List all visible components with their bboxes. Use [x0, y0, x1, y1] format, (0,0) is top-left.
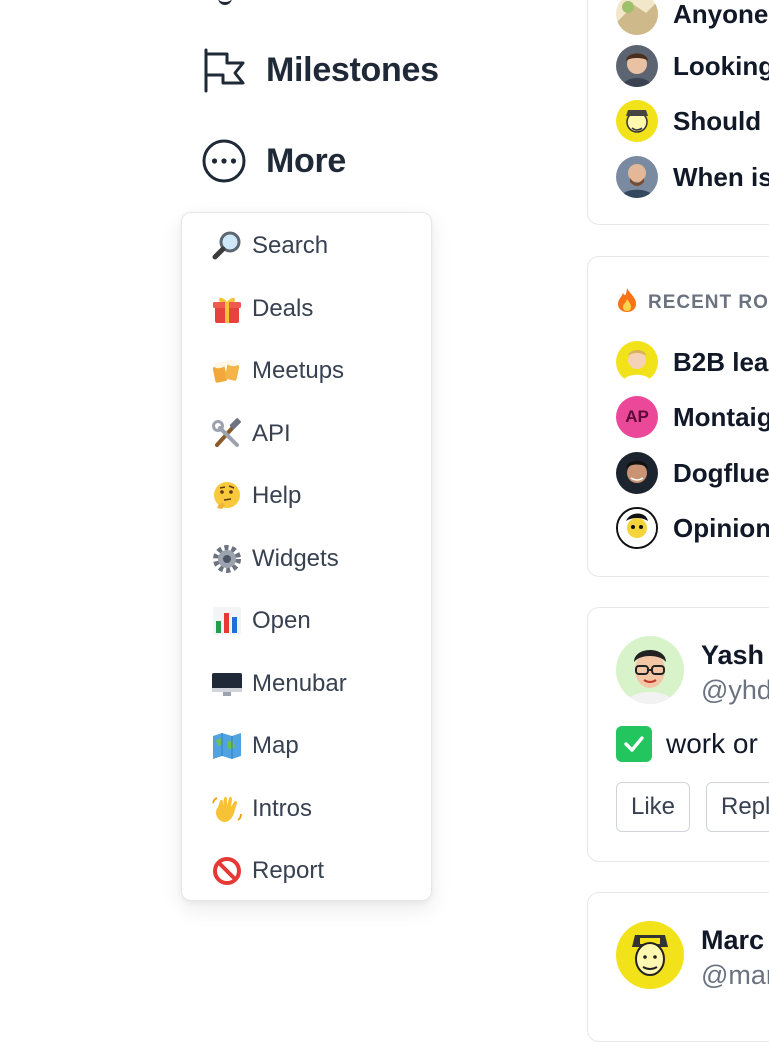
menu-label-menubar: Menubar — [252, 670, 347, 697]
menu-label-api: API — [252, 420, 291, 447]
like-button[interactable]: Like — [616, 782, 691, 832]
questions-card: Anyone Looking Should When is — [587, 0, 769, 225]
recent-title: Dogflue — [673, 457, 769, 488]
avatar — [616, 452, 658, 494]
recent-section-header: RECENT RO — [616, 287, 769, 318]
check-box-icon — [616, 726, 652, 762]
nav-item-milestones[interactable]: Milestones — [200, 46, 439, 94]
thinking-face-icon — [210, 479, 244, 513]
recent-row[interactable]: Dogflue — [616, 452, 769, 494]
post-card: Marc @mar — [587, 892, 769, 1042]
ellipsis-circle-icon — [200, 137, 248, 185]
recent-section-title: RECENT RO — [648, 291, 769, 313]
menu-item-open[interactable]: Open — [210, 601, 311, 641]
gear-icon — [210, 542, 244, 576]
question-row[interactable]: Should — [616, 100, 761, 142]
menu-label-report: Report — [252, 857, 325, 884]
avatar — [616, 100, 658, 142]
post-author-name[interactable]: Yash — [701, 640, 764, 671]
recent-row[interactable]: Opinion — [616, 507, 769, 549]
menu-label-intros: Intros — [252, 795, 313, 822]
menu-label-help: Help — [252, 482, 302, 509]
nav-label-milestones: Milestones — [266, 50, 439, 89]
question-title: Should — [673, 105, 762, 136]
question-row[interactable]: When is — [616, 156, 769, 198]
question-title: Looking — [673, 50, 769, 81]
avatar — [616, 45, 658, 87]
world-map-icon — [210, 729, 244, 763]
post-author-handle[interactable]: @mar — [701, 960, 769, 991]
nav-label-more: More — [266, 141, 347, 180]
desktop-icon — [210, 667, 244, 701]
question-row[interactable]: Anyone — [616, 0, 768, 35]
post-author-handle[interactable]: @yhd — [701, 675, 769, 706]
menu-item-menubar[interactable]: Menubar — [210, 664, 347, 704]
hammer-wrench-icon — [210, 417, 244, 451]
menu-label-meetups: Meetups — [252, 357, 345, 384]
question-row[interactable]: Looking — [616, 45, 769, 87]
recent-row[interactable]: AP Montaig — [616, 396, 769, 438]
menu-item-map[interactable]: Map — [210, 726, 299, 766]
menu-item-widgets[interactable]: Widgets — [210, 539, 339, 579]
waving-hand-icon — [210, 792, 244, 826]
reply-button[interactable]: Reply — [706, 782, 769, 832]
recent-title: Montaig — [673, 401, 769, 432]
menu-item-api[interactable]: API — [210, 414, 291, 454]
avatar — [616, 341, 658, 383]
recent-title: B2B lea — [673, 346, 769, 377]
no-entry-icon — [210, 854, 244, 888]
nav-item-above-partial — [218, 0, 232, 5]
menu-item-deals[interactable]: Deals — [210, 289, 313, 329]
avatar[interactable] — [616, 636, 684, 704]
avatar — [616, 507, 658, 549]
bar-chart-icon — [210, 604, 244, 638]
recent-row[interactable]: B2B lea — [616, 341, 768, 383]
avatar: AP — [616, 396, 658, 438]
menu-item-help[interactable]: Help — [210, 476, 301, 516]
avatar — [616, 0, 658, 35]
avatar[interactable] — [616, 921, 684, 989]
post-card: Yash @yhd work or Like Reply — [587, 607, 769, 862]
magnifier-icon — [210, 229, 244, 263]
more-dropdown-menu: Search Deals Meetups API Help Widgets Op… — [181, 212, 432, 901]
post-task: work or — [616, 726, 758, 762]
menu-label-map: Map — [252, 732, 299, 759]
menu-label-deals: Deals — [252, 295, 314, 322]
recent-title: Opinion — [673, 512, 769, 543]
fire-icon — [616, 287, 638, 318]
post-task-text: work or — [666, 728, 758, 759]
menu-label-widgets: Widgets — [252, 545, 339, 572]
recent-card: RECENT RO B2B lea AP Montaig Dogflue Opi… — [587, 256, 769, 577]
menu-label-open: Open — [252, 607, 311, 634]
beer-mugs-icon — [210, 354, 244, 388]
question-title: When is — [673, 161, 769, 192]
nav-item-more[interactable]: More — [200, 137, 346, 185]
menu-item-search[interactable]: Search — [210, 226, 328, 266]
question-title: Anyone — [673, 0, 769, 29]
menu-item-meetups[interactable]: Meetups — [210, 351, 344, 391]
menu-item-report[interactable]: Report — [210, 851, 324, 891]
avatar-initials: AP — [625, 407, 649, 426]
menu-label-search: Search — [252, 232, 329, 259]
flag-icon — [200, 46, 248, 94]
gift-icon — [210, 292, 244, 326]
avatar — [616, 156, 658, 198]
menu-item-intros[interactable]: Intros — [210, 789, 312, 829]
post-author-name[interactable]: Marc — [701, 925, 764, 956]
